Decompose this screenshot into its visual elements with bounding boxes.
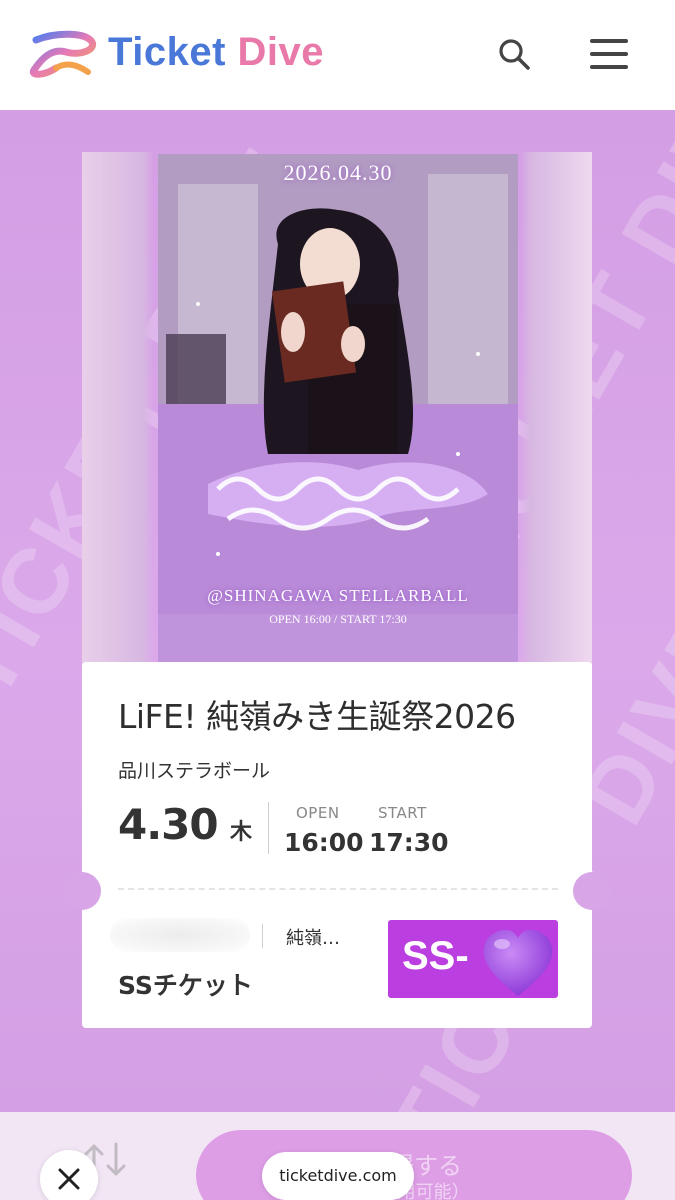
open-time: 16:00 bbox=[284, 828, 364, 857]
event-date: 4.30 bbox=[118, 800, 219, 849]
ticket-notch-right bbox=[573, 872, 611, 910]
ticket-notch-left bbox=[63, 872, 101, 910]
badge-text: SS- bbox=[402, 934, 469, 978]
brand-text-dive: Dive bbox=[237, 30, 324, 74]
hamburger-menu-icon[interactable] bbox=[586, 32, 632, 76]
divider bbox=[262, 924, 263, 948]
event-weekday: 木 bbox=[230, 820, 253, 845]
app-header: Ticket Dive bbox=[0, 0, 675, 110]
open-label: OPEN bbox=[296, 804, 340, 822]
brand-logo-text[interactable]: Ticket Dive bbox=[108, 30, 324, 75]
redacted-holder-name bbox=[110, 918, 250, 952]
venue-name: 品川ステラボール bbox=[118, 760, 271, 782]
ticket-grade-badge: SS- bbox=[388, 920, 558, 998]
start-time: 17:30 bbox=[369, 828, 449, 857]
browser-url-pill[interactable]: ticketdive.com bbox=[262, 1152, 414, 1200]
poster-date: 2026.04.30 bbox=[283, 160, 393, 185]
ticket-holder-name: 純嶺… bbox=[286, 928, 340, 949]
search-icon[interactable] bbox=[492, 32, 536, 76]
poster-venue: @SHINAGAWA STELLARBALL bbox=[207, 586, 469, 605]
purple-heart-icon bbox=[483, 930, 553, 996]
ticket-dive-logo-icon[interactable] bbox=[26, 28, 98, 78]
divider bbox=[268, 802, 269, 854]
event-title: LiFE! 純嶺みき生誕祭2026 bbox=[118, 697, 516, 736]
close-icon bbox=[58, 1168, 80, 1190]
close-button[interactable] bbox=[40, 1150, 98, 1200]
event-poster: 2026.04.30 @SHINAGAWA STELLARBALL OPEN 1… bbox=[158, 154, 518, 662]
ticket-info-panel: LiFE! 純嶺みき生誕祭2026 品川ステラボール 4.30 木 OPEN S… bbox=[63, 662, 611, 1028]
start-label: START bbox=[378, 804, 427, 822]
brand-text-ticket: Ticket bbox=[108, 30, 238, 74]
ticket-perforation bbox=[118, 888, 558, 890]
ticket-card[interactable]: 2026.04.30 @SHINAGAWA STELLARBALL OPEN 1… bbox=[63, 152, 611, 1028]
poster-times: OPEN 16:00 / START 17:30 bbox=[269, 612, 407, 626]
ticket-type: SSチケット bbox=[118, 971, 253, 1000]
